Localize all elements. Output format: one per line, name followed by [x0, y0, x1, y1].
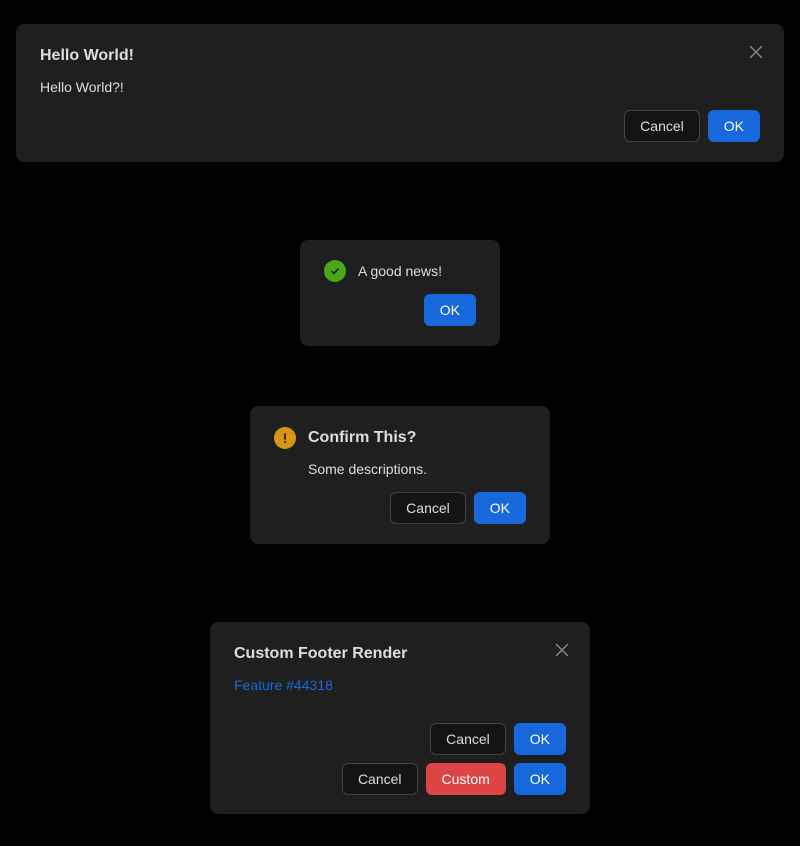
close-button[interactable]	[745, 41, 767, 63]
modal-body: A good news!	[324, 260, 476, 282]
custom-button[interactable]: Custom	[425, 763, 506, 795]
custom-footer-modal: Custom Footer Render Feature #44318 Canc…	[210, 622, 590, 814]
modal-footer: OK	[324, 294, 476, 326]
modal-title: Confirm This?	[308, 429, 417, 446]
modal-footer: Cancel OK	[274, 492, 526, 524]
modal-header: Confirm This?	[274, 426, 526, 450]
ok-button[interactable]: OK	[513, 763, 566, 795]
ok-button[interactable]: OK	[473, 492, 526, 524]
close-button[interactable]	[551, 639, 573, 661]
modal-content: A good news!	[358, 263, 443, 279]
modal-title: Custom Footer Render	[234, 645, 408, 662]
ok-button[interactable]: OK	[707, 110, 760, 142]
check-circle-icon	[324, 260, 346, 282]
confirm-modal: Confirm This? Some descriptions. Cancel …	[250, 406, 550, 544]
modal-footer-row-1: Cancel OK	[234, 723, 566, 755]
cancel-button[interactable]: Cancel	[390, 492, 466, 524]
success-modal: A good news! OK	[300, 240, 500, 346]
cancel-button[interactable]: Cancel	[624, 110, 700, 142]
modal-title: Hello World!	[40, 47, 134, 64]
exclamation-circle-icon	[274, 427, 296, 449]
feature-link[interactable]: Feature #44318	[234, 677, 333, 693]
modal-content: Hello World?!	[40, 79, 124, 95]
cancel-button[interactable]: Cancel	[341, 763, 418, 795]
cancel-button[interactable]: Cancel	[430, 723, 506, 755]
modal-footer-row-2: Cancel Custom OK	[234, 763, 566, 795]
ok-button[interactable]: OK	[423, 294, 476, 326]
modal-content: Some descriptions.	[308, 461, 428, 477]
close-icon	[749, 45, 763, 59]
hello-world-modal: Hello World! Hello World?! Cancel OK	[16, 24, 784, 162]
ok-button[interactable]: OK	[513, 723, 566, 755]
close-icon	[555, 643, 569, 657]
modal-footer: Cancel OK	[40, 110, 760, 142]
